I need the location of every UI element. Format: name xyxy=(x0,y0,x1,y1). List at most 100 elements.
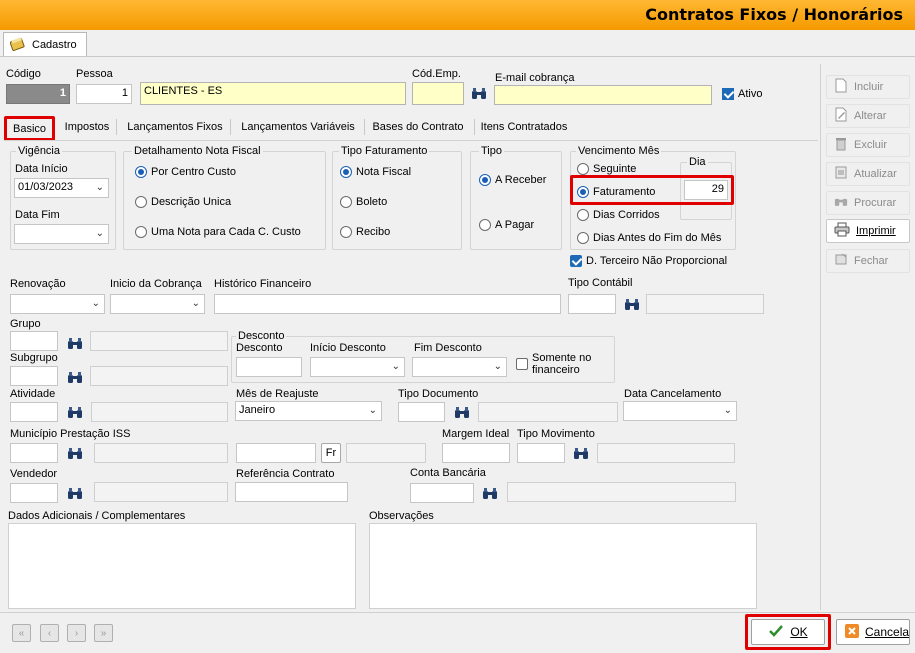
radio-button[interactable] xyxy=(577,232,589,244)
tab-lancamentos-variaveis[interactable]: Lançamentos Variáveis xyxy=(236,117,360,137)
ativo-check-box[interactable] xyxy=(722,88,734,100)
tipo-documento-code[interactable] xyxy=(398,402,445,422)
dia-field[interactable]: 29 xyxy=(684,180,728,200)
excluir-button[interactable]: Excluir xyxy=(826,133,910,157)
atualizar-button[interactable]: Atualizar xyxy=(826,162,910,186)
radio-button[interactable] xyxy=(577,209,589,221)
codigo-field[interactable]: 1 xyxy=(6,84,70,104)
mes-reajuste-select[interactable]: Janeiro ⌄ xyxy=(235,401,382,421)
chevron-down-icon[interactable]: ⌄ xyxy=(96,228,104,239)
historico-field[interactable] xyxy=(214,294,561,314)
binoculars-icon[interactable] xyxy=(67,447,83,461)
binoculars-icon[interactable] xyxy=(454,406,470,420)
inicio-cobranca-select[interactable]: ⌄ xyxy=(110,294,205,314)
radio-button[interactable] xyxy=(577,186,589,198)
tab-cadastro[interactable]: Cadastro xyxy=(3,32,87,57)
dados-adicionais-textarea[interactable] xyxy=(8,523,356,609)
tipo-option-0[interactable]: A Receber xyxy=(479,174,546,186)
radio-button[interactable] xyxy=(135,226,147,238)
binoculars-icon[interactable] xyxy=(67,371,83,385)
tab-lancamentos-fixos[interactable]: Lançamentos Fixos xyxy=(122,117,228,137)
chevron-down-icon[interactable]: ⌄ xyxy=(369,405,377,416)
cod-emp-field[interactable] xyxy=(412,82,464,105)
vendedor-code[interactable] xyxy=(10,483,58,503)
tipo-faturamento-option-0[interactable]: Nota Fiscal xyxy=(340,166,411,178)
email-field[interactable] xyxy=(494,85,712,105)
ativo-checkbox[interactable]: Ativo xyxy=(722,88,762,100)
data-fim-field[interactable]: ⌄ xyxy=(14,224,109,244)
data-inicio-field[interactable]: 01/03/2023 ⌄ xyxy=(14,178,109,198)
ok-button[interactable]: OK xyxy=(751,619,825,645)
margem-field[interactable] xyxy=(442,443,510,463)
chevron-down-icon[interactable]: ⌄ xyxy=(392,361,400,372)
previous-record-button[interactable]: ‹ xyxy=(40,624,59,642)
binoculars-icon[interactable] xyxy=(67,337,83,351)
radio-button[interactable] xyxy=(577,163,589,175)
terceiro-check-box[interactable] xyxy=(570,255,582,267)
alterar-button[interactable]: Alterar xyxy=(826,104,910,128)
tab-impostos[interactable]: Impostos xyxy=(60,117,114,137)
municipio-extra-field[interactable] xyxy=(236,443,316,463)
binoculars-icon[interactable] xyxy=(471,87,487,101)
conta-bancaria-code[interactable] xyxy=(410,483,474,503)
subgrupo-code[interactable] xyxy=(10,366,58,386)
radio-button[interactable] xyxy=(340,226,352,238)
last-record-button[interactable]: » xyxy=(94,624,113,642)
chevron-down-icon[interactable]: ⌄ xyxy=(96,182,104,193)
somente-financeiro-box[interactable] xyxy=(516,358,528,370)
chevron-down-icon[interactable]: ⌄ xyxy=(92,298,100,309)
renovacao-select[interactable]: ⌄ xyxy=(10,294,105,314)
tipo-contabil-code[interactable] xyxy=(568,294,616,314)
tab-itens-contratados[interactable]: Itens Contratados xyxy=(478,117,570,137)
first-record-button[interactable]: « xyxy=(12,624,31,642)
fechar-button[interactable]: Fechar xyxy=(826,249,910,273)
detalhamento-option-2[interactable]: Uma Nota para Cada C. Custo xyxy=(135,226,301,238)
tipo-option-1[interactable]: A Pagar xyxy=(479,219,534,231)
radio-button[interactable] xyxy=(340,166,352,178)
pessoa-name-field[interactable]: CLIENTES - ES xyxy=(140,82,406,105)
binoculars-icon[interactable] xyxy=(67,406,83,420)
imprimir-button[interactable]: Imprimir xyxy=(826,219,910,243)
municipio-code[interactable] xyxy=(10,443,58,463)
radio-button[interactable] xyxy=(479,219,491,231)
detalhamento-option-0[interactable]: Por Centro Custo xyxy=(135,166,236,178)
vencimento-option-3[interactable]: Dias Antes do Fim do Mês xyxy=(577,232,721,244)
somente-financeiro-checkbox[interactable]: Somente no financeiro xyxy=(516,352,602,376)
binoculars-icon[interactable] xyxy=(624,298,640,312)
cancela-button[interactable]: Cancela xyxy=(836,619,910,645)
incluir-button[interactable]: Incluir xyxy=(826,75,910,99)
observacoes-textarea[interactable] xyxy=(369,523,757,609)
tipo-movimento-code[interactable] xyxy=(517,443,565,463)
detalhamento-option-1[interactable]: Descrição Unica xyxy=(135,196,231,208)
tab-bases-contrato[interactable]: Bases do Contrato xyxy=(368,117,468,137)
binoculars-icon[interactable] xyxy=(67,487,83,501)
binoculars-icon[interactable] xyxy=(573,447,589,461)
binoculars-icon[interactable] xyxy=(482,487,498,501)
radio-button[interactable] xyxy=(135,196,147,208)
radio-button[interactable] xyxy=(479,174,491,186)
next-record-button[interactable]: › xyxy=(67,624,86,642)
radio-button[interactable] xyxy=(340,196,352,208)
terceiro-checkbox[interactable]: D. Terceiro Não Proporcional xyxy=(570,255,727,267)
fim-desconto-select[interactable]: ⌄ xyxy=(412,357,507,377)
radio-button[interactable] xyxy=(135,166,147,178)
tipo-faturamento-option-1[interactable]: Boleto xyxy=(340,196,387,208)
tab-basico[interactable]: Basico xyxy=(4,116,55,141)
procurar-button[interactable]: Procurar xyxy=(826,191,910,215)
tipo-faturamento-option-2[interactable]: Recibo xyxy=(340,226,390,238)
vencimento-option-2[interactable]: Dias Corridos xyxy=(577,209,660,221)
data-cancelamento-select[interactable]: ⌄ xyxy=(623,401,737,421)
chevron-down-icon[interactable]: ⌄ xyxy=(494,361,502,372)
chevron-down-icon[interactable]: ⌄ xyxy=(724,405,732,416)
referencia-field[interactable] xyxy=(235,482,348,502)
atividade-code[interactable] xyxy=(10,402,58,422)
inicio-desconto-select[interactable]: ⌄ xyxy=(310,357,405,377)
vencimento-option-0[interactable]: Seguinte xyxy=(577,163,636,175)
fr-button[interactable]: Fr xyxy=(321,443,341,463)
vencimento-option-1[interactable]: Faturamento xyxy=(577,186,655,198)
desconto-field[interactable] xyxy=(236,357,302,377)
grupo-code[interactable] xyxy=(10,331,58,351)
data-inicio-value: 01/03/2023 xyxy=(18,181,74,193)
chevron-down-icon[interactable]: ⌄ xyxy=(192,298,200,309)
pessoa-code-field[interactable]: 1 xyxy=(76,84,132,104)
